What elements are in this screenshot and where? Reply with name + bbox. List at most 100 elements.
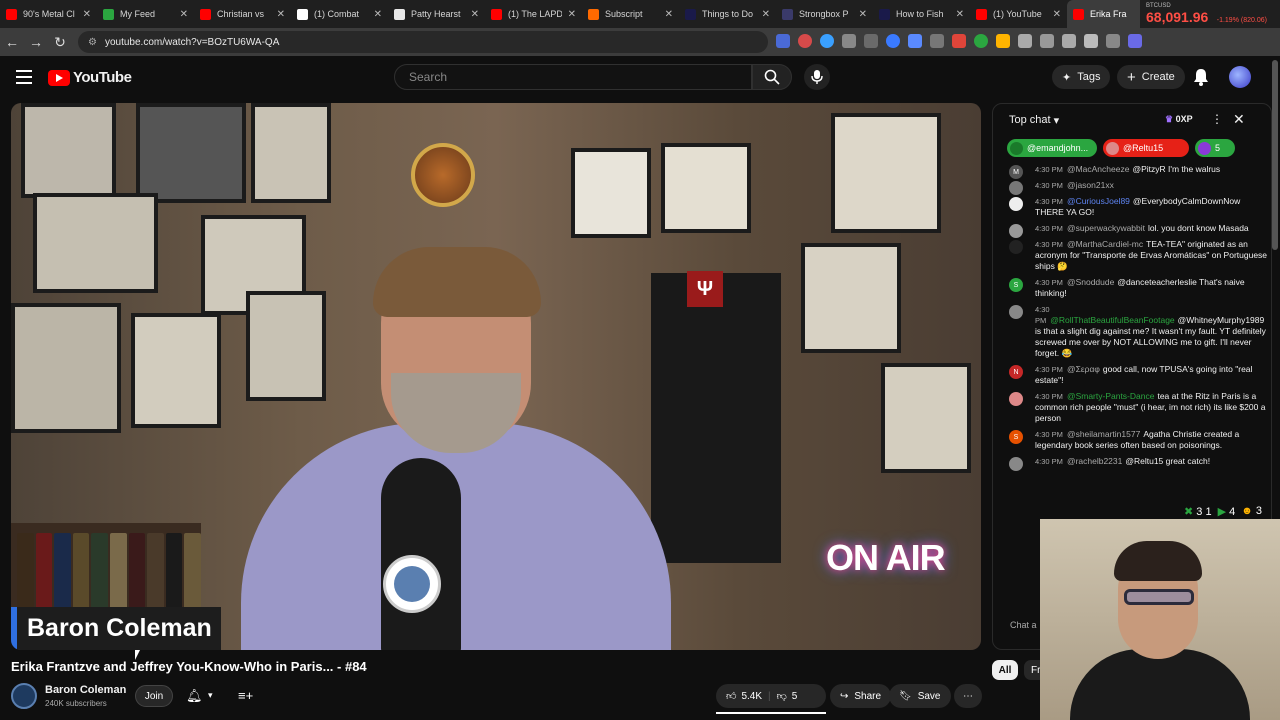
close-tab-icon[interactable]: ✕ xyxy=(859,9,867,20)
back-icon[interactable]: ← xyxy=(0,34,24,50)
pinned-donor[interactable]: @emandjohn... xyxy=(1007,139,1097,157)
close-tab-icon[interactable]: ✕ xyxy=(1053,9,1061,20)
chat-message[interactable]: 4:30 PM @MarthaCardiel-mc TEA-TEA" origina… xyxy=(1009,239,1269,272)
extension-icon[interactable] xyxy=(1084,34,1098,48)
browser-tab[interactable]: Patty Hearst ✕ xyxy=(388,0,485,28)
extension-icon[interactable] xyxy=(952,34,966,48)
extension-icon[interactable] xyxy=(776,34,790,48)
account-avatar[interactable] xyxy=(1229,66,1251,88)
site-info-icon[interactable]: ⚙ xyxy=(88,37,97,48)
close-tab-icon[interactable]: ✕ xyxy=(83,9,91,20)
chat-message[interactable]: N 4:30 PM @Σεραφ good call, now TPUSA's goi… xyxy=(1009,364,1269,386)
chat-message[interactable]: 4:30 PM @Smarty-Pants-Dance tea at the Rit… xyxy=(1009,391,1269,424)
chat-message[interactable]: 4:30 PM @CuriousJoel89 @EverybodyCalmDownN… xyxy=(1009,196,1269,218)
chat-avatar[interactable]: M xyxy=(1009,165,1023,179)
notifications-button[interactable] xyxy=(1193,68,1209,91)
voice-search-button[interactable] xyxy=(804,64,830,90)
chat-author[interactable]: @Σεραφ xyxy=(1067,364,1100,374)
forward-icon[interactable]: → xyxy=(24,34,48,50)
chat-author[interactable]: @Snoddude xyxy=(1067,277,1114,287)
close-tab-icon[interactable]: ✕ xyxy=(665,9,673,20)
chat-message[interactable]: 4:30 PM @superwackywabbit lol. you dont kn… xyxy=(1009,223,1269,238)
search-input[interactable]: Search xyxy=(394,64,752,90)
chat-message[interactable]: 4:30 PM @RollThatBeautifulBeanFootage @Whi… xyxy=(1009,304,1269,359)
bell-subscribed-icon[interactable]: 🔔︎ xyxy=(186,688,203,704)
browser-tab[interactable]: Strongbox P ✕ xyxy=(776,0,873,28)
browser-tab[interactable]: 90's Metal Cl ✕ xyxy=(0,0,97,28)
address-bar[interactable]: ⚙ youtube.com/watch?v=BOzTU6WA-QA xyxy=(78,31,768,53)
youtube-logo[interactable]: YouTube xyxy=(48,69,132,86)
chat-input[interactable]: Chat a xyxy=(1010,620,1037,630)
browser-tab[interactable]: Subscript ✕ xyxy=(582,0,679,28)
search-button[interactable] xyxy=(752,64,792,90)
chat-avatar[interactable]: S xyxy=(1009,278,1023,292)
share-button[interactable]: ↪ Share xyxy=(830,684,892,708)
channel-avatar[interactable] xyxy=(11,683,37,709)
dislike-button[interactable]: 👎︎ 5 xyxy=(777,690,798,703)
like-button[interactable]: 👍︎ 5.4K xyxy=(726,690,762,703)
video-player[interactable]: Ψ ON AIR Baron Coleman xyxy=(11,103,981,650)
chat-author[interactable]: @MarthaCardiel-mc xyxy=(1067,239,1143,249)
extension-icon[interactable] xyxy=(864,34,878,48)
extension-icon[interactable] xyxy=(842,34,856,48)
close-tab-icon[interactable]: ✕ xyxy=(277,9,285,20)
extension-icon[interactable] xyxy=(1106,34,1120,48)
extension-icon[interactable] xyxy=(1062,34,1076,48)
create-button[interactable]: + Create xyxy=(1117,65,1185,89)
close-tab-icon[interactable]: ✕ xyxy=(374,9,382,20)
extension-icon[interactable] xyxy=(974,34,988,48)
channel-name[interactable]: Baron Coleman xyxy=(45,684,126,696)
close-tab-icon[interactable]: ✕ xyxy=(568,9,576,20)
chat-mode-selector[interactable]: Top chat xyxy=(1009,114,1051,126)
chat-author[interactable]: @RollThatBeautifulBeanFootage xyxy=(1050,315,1174,325)
chat-message[interactable]: M 4:30 PM @MacAncheeze @PitzyR I'm the walr… xyxy=(1009,164,1269,179)
chat-avatar[interactable] xyxy=(1009,197,1023,211)
chevron-down-icon[interactable]: ▾ xyxy=(1054,114,1060,127)
extension-icon[interactable] xyxy=(820,34,834,48)
chat-author[interactable]: @rachelb2231 xyxy=(1067,456,1122,466)
menu-icon[interactable] xyxy=(16,70,32,88)
extension-icon[interactable] xyxy=(1040,34,1054,48)
chat-author[interactable]: @CuriousJoel89 xyxy=(1067,196,1130,206)
browser-tab[interactable]: How to Fish ✕ xyxy=(873,0,970,28)
pinned-donor[interactable]: @Reltu15 xyxy=(1103,139,1189,157)
browser-tab[interactable]: (1) The LAPD ✕ xyxy=(485,0,582,28)
chat-avatar[interactable]: N xyxy=(1009,365,1023,379)
more-actions-button[interactable]: ⋯ xyxy=(954,684,982,708)
chat-avatar[interactable]: S xyxy=(1009,430,1023,444)
chat-avatar[interactable] xyxy=(1009,240,1023,254)
chat-avatar[interactable] xyxy=(1009,224,1023,238)
browser-tab[interactable]: (1) YouTube ✕ xyxy=(970,0,1067,28)
chat-message[interactable]: 4:30 PM @rachelb2231 @Reltu15 great catch! xyxy=(1009,456,1269,471)
close-tab-icon[interactable]: ✕ xyxy=(180,9,188,20)
extension-icon[interactable] xyxy=(798,34,812,48)
reload-icon[interactable]: ↻ xyxy=(48,34,72,51)
chat-more-icon[interactable]: ⋮ xyxy=(1211,112,1223,126)
browser-tab[interactable]: Christian vs ✕ xyxy=(194,0,291,28)
close-tab-icon[interactable]: ✕ xyxy=(471,9,479,20)
browser-tab[interactable]: Things to Do ✕ xyxy=(679,0,776,28)
extension-icon[interactable] xyxy=(996,34,1010,48)
close-tab-icon[interactable]: ✕ xyxy=(956,9,964,20)
close-tab-icon[interactable]: ✕ xyxy=(762,9,770,20)
chat-avatar[interactable] xyxy=(1009,457,1023,471)
chat-message[interactable]: S 4:30 PM @sheilamartin1577 Agatha Christie… xyxy=(1009,429,1269,451)
chat-message[interactable]: 4:30 PM @jason21xx xyxy=(1009,180,1269,195)
page-scrollbar[interactable] xyxy=(1272,60,1278,250)
chat-author[interactable]: @MacAncheeze xyxy=(1067,164,1130,174)
tags-button[interactable]: ✦ Tags xyxy=(1052,65,1111,89)
chat-author[interactable]: @superwackywabbit xyxy=(1067,223,1145,233)
extension-icon[interactable] xyxy=(930,34,944,48)
extension-icon[interactable] xyxy=(1128,34,1142,48)
chat-author[interactable]: @sheilamartin1577 xyxy=(1067,429,1140,439)
close-icon[interactable]: ✕ xyxy=(1233,111,1245,128)
pinned-donor[interactable]: 5 xyxy=(1195,139,1235,157)
save-button[interactable]: 🔖︎ Save xyxy=(889,684,951,708)
add-to-playlist-icon[interactable]: ≡+ xyxy=(238,688,253,703)
browser-tab[interactable]: My Feed ✕ xyxy=(97,0,194,28)
extension-icon[interactable] xyxy=(908,34,922,48)
chat-message[interactable]: S 4:30 PM @Snoddude @danceteacherleslie Tha… xyxy=(1009,277,1269,299)
chat-author[interactable]: @jason21xx xyxy=(1067,180,1114,190)
extension-icon[interactable] xyxy=(886,34,900,48)
chat-author[interactable]: @Smarty-Pants-Dance xyxy=(1067,391,1155,401)
